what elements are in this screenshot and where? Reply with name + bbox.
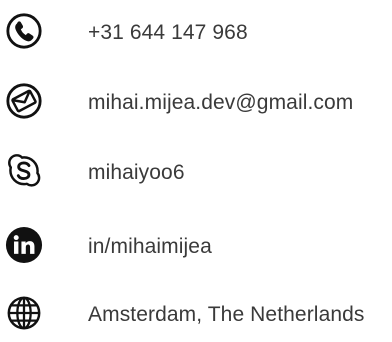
- contact-list: +31 644 147 968 mihai.mijea.dev@gmail.co…: [0, 0, 392, 342]
- skype-username[interactable]: mihaiyoo6: [88, 160, 185, 186]
- contact-email: mihai.mijea.dev@gmail.com: [0, 82, 392, 126]
- contact-linkedin: in/mihaimijea: [0, 226, 392, 270]
- phone-icon: [5, 12, 43, 50]
- email-icon: [5, 82, 43, 120]
- contact-skype: mihaiyoo6: [0, 152, 392, 196]
- phone-number[interactable]: +31 644 147 968: [88, 20, 248, 46]
- skype-icon: [5, 152, 43, 190]
- contact-phone: +31 644 147 968: [0, 12, 392, 56]
- globe-icon: [5, 294, 43, 332]
- email-address[interactable]: mihai.mijea.dev@gmail.com: [88, 90, 353, 116]
- linkedin-icon: [5, 226, 43, 264]
- contact-location: Amsterdam, The Netherlands: [0, 294, 392, 338]
- location-text: Amsterdam, The Netherlands: [88, 303, 365, 326]
- linkedin-handle[interactable]: in/mihaimijea: [88, 234, 212, 260]
